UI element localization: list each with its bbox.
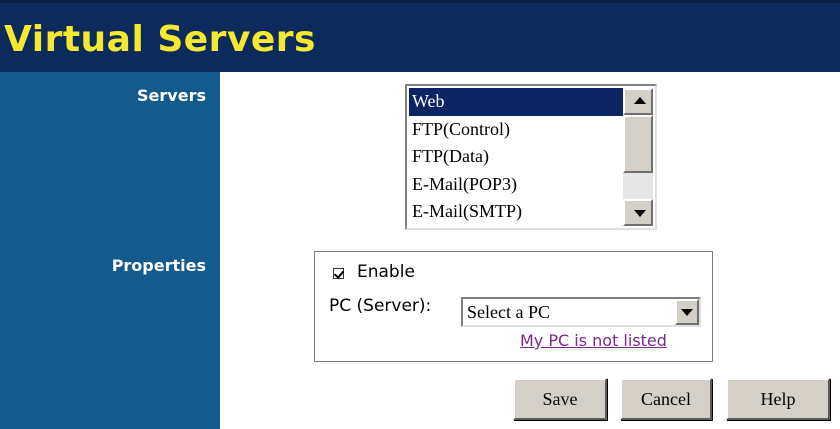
cancel-button[interactable]: Cancel [620,378,712,420]
scroll-down-button[interactable] [623,199,653,226]
list-item-email-smtp[interactable]: E-Mail(SMTP) [409,198,625,226]
page-header: Virtual Servers [0,0,840,72]
list-item-web[interactable]: Web [409,88,625,116]
list-item-ftp-control[interactable]: FTP(Control) [409,116,625,144]
triangle-down-icon [634,210,646,217]
pc-select[interactable]: Select a PC [461,297,701,327]
enable-label: Enable [357,262,415,282]
servers-list-items: Web FTP(Control) FTP(Data) E-Mail(POP3) … [409,88,625,226]
servers-scrollbar[interactable] [623,88,653,226]
list-item-ftp-data[interactable]: FTP(Data) [409,143,625,171]
save-button[interactable]: Save [513,378,607,420]
pc-select-value: Select a PC [467,302,550,322]
servers-listbox[interactable]: Web FTP(Control) FTP(Data) E-Mail(POP3) … [405,84,657,230]
pc-select-dropdown-button[interactable] [675,299,699,325]
list-item-email-pop3[interactable]: E-Mail(POP3) [409,171,625,199]
help-button[interactable]: Help [726,378,830,420]
scroll-thumb[interactable] [623,115,653,173]
triangle-up-icon [634,97,646,104]
pc-server-label: PC (Server): [329,296,432,316]
properties-panel: Enable PC (Server): Select a PC My PC is… [314,251,713,362]
chevron-down-icon [681,309,693,316]
enable-checkbox[interactable] [333,268,344,279]
scroll-up-button[interactable] [623,88,653,115]
pc-not-listed-link[interactable]: My PC is not listed [520,331,667,350]
page-title: Virtual Servers [4,19,316,60]
servers-label: Servers [137,86,206,105]
sidebar: Servers Properties [0,72,220,429]
properties-label: Properties [111,256,206,275]
